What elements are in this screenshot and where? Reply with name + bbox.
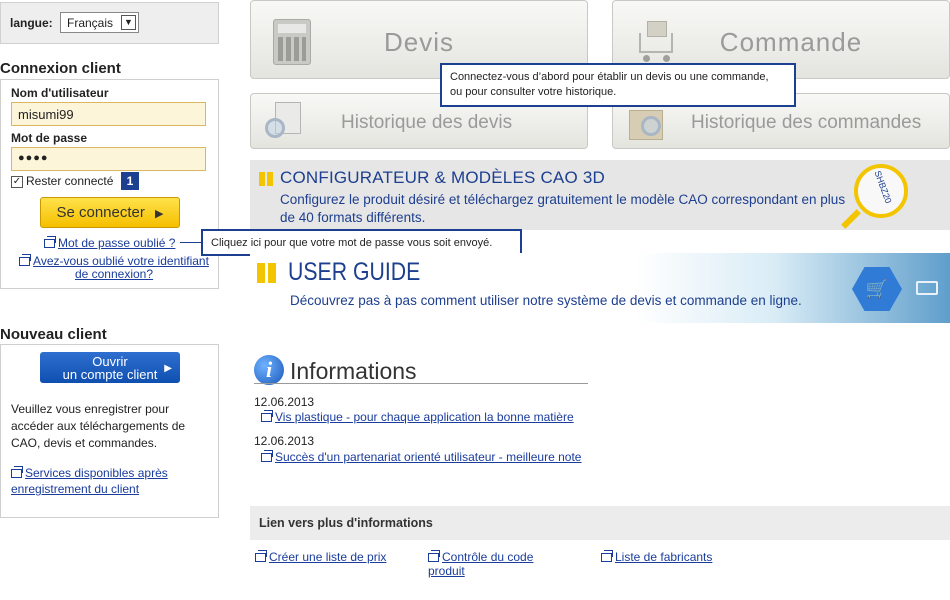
more-links-header: Lien vers plus d'informations: [250, 506, 950, 540]
cart-hexagon-icon: 🛒: [852, 267, 902, 311]
informations-divider: [254, 383, 588, 384]
info-icon: i: [254, 355, 284, 385]
forgot-id-line2: de connexion?: [74, 267, 154, 281]
news-date: 12.06.2013: [254, 434, 315, 448]
external-window-icon: [261, 450, 273, 462]
forgot-id-line1: Avez-vous oublié votre identifiant: [33, 254, 209, 268]
configurator-text: Configurez le produit désiré et téléchar…: [280, 191, 845, 227]
language-select[interactable]: Français ▼: [60, 12, 139, 33]
external-window-icon: [261, 410, 273, 422]
news-link[interactable]: Succès d'un partenariat orienté utilisat…: [261, 450, 581, 464]
open-account-line2: un compte client: [62, 367, 158, 382]
login-button[interactable]: Se connecter ▶: [40, 197, 180, 228]
magnifier-icon: SHBZ20: [854, 164, 908, 218]
news-link-text: Vis plastique - pour chaque application …: [275, 410, 574, 424]
more-links-title: Lien vers plus d'informations: [259, 516, 433, 530]
services-link-line2: enregistrement du client: [11, 482, 140, 496]
configurator-title: CONFIGURATEUR & MODÈLES CAO 3D: [280, 168, 605, 187]
play-arrow-icon: ▶: [164, 363, 172, 374]
tile-historique-commandes-label: Historique des commandes: [691, 112, 922, 133]
user-guide-title: USER GUIDE: [288, 258, 421, 286]
username-field[interactable]: misumi99: [11, 102, 206, 126]
document-magnifier-icon: [265, 102, 307, 144]
tile-devis-label: Devis: [383, 27, 454, 57]
login-button-label: Se connecter: [56, 204, 145, 221]
language-label: langue:: [10, 16, 53, 30]
chevron-down-icon: ▼: [121, 15, 136, 30]
laptop-icon: [916, 281, 938, 295]
password-tooltip: Cliquez ici pour que votre mot de passe …: [201, 229, 522, 256]
tile-historique-devis-label: Historique des devis: [341, 112, 513, 133]
configurator-banner[interactable]: CONFIGURATEUR & MODÈLES CAO 3D Configure…: [250, 160, 950, 230]
more-link-text: Liste de fabricants: [615, 550, 713, 564]
news-link-text: Succès d'un partenariat orienté utilisat…: [275, 450, 582, 464]
tile-commande-label: Commande: [719, 27, 863, 57]
external-window-icon: [255, 550, 267, 562]
box-magnifier-icon: [629, 102, 671, 144]
play-arrow-icon: ▶: [155, 208, 164, 220]
services-link[interactable]: Services disponibles après enregistremen…: [11, 465, 168, 497]
password-label: Mot de passe: [11, 131, 88, 145]
external-window-icon: [19, 254, 32, 266]
external-window-icon: [601, 550, 613, 562]
more-link-text: Contrôle du code produit: [428, 550, 534, 578]
news-link[interactable]: Vis plastique - pour chaque application …: [261, 410, 574, 424]
remember-checkbox[interactable]: ✓: [11, 176, 23, 188]
marker-icon: [268, 263, 276, 283]
more-link-manufacturers[interactable]: Liste de fabricants: [601, 550, 712, 564]
user-guide-banner[interactable]: USER GUIDE Découvrez pas à pas comment u…: [250, 253, 950, 323]
new-client-description: Veuillez vous enregistrer pour accéder a…: [11, 402, 186, 450]
external-window-icon: [44, 236, 56, 248]
external-window-icon: [428, 550, 440, 562]
tooltip-connector: [180, 242, 201, 243]
new-client-title: Nouveau client: [0, 326, 107, 343]
user-guide-text: Découvrez pas à pas comment utiliser not…: [290, 293, 802, 308]
news-date: 12.06.2013: [254, 395, 315, 409]
tiles-tooltip: Connectez-vous d’abord pour établir un d…: [440, 63, 796, 107]
marker-icon: [257, 263, 265, 283]
marker-icon: [267, 172, 273, 186]
login-title: Connexion client: [0, 60, 121, 77]
username-label: Nom d'utilisateur: [11, 86, 109, 100]
password-field[interactable]: ●●●●: [11, 147, 206, 171]
services-link-line1: Services disponibles après: [25, 466, 168, 480]
informations-title: Informations: [290, 358, 417, 384]
tiles-tooltip-line1: Connectez-vous d’abord pour établir un d…: [450, 71, 769, 83]
configurator-text-line2: de 40 formats différents.: [280, 210, 426, 225]
marker-icon: [259, 172, 265, 186]
forgot-password-text: Mot de passe oublié ?: [58, 236, 176, 250]
external-window-icon: [11, 466, 23, 478]
open-account-button[interactable]: Ouvrir un compte client ▶: [40, 352, 180, 383]
language-selected-value: Français: [67, 16, 114, 30]
tiles-tooltip-line2: ou pour consulter votre historique.: [450, 86, 617, 98]
forgot-id-link[interactable]: Avez-vous oublié votre identifiant de co…: [14, 254, 214, 281]
forgot-password-link[interactable]: Mot de passe oublié ?: [44, 236, 175, 250]
more-link-code-check[interactable]: Contrôle du code produit: [428, 550, 548, 578]
remember-badge: 1: [121, 172, 139, 190]
configurator-text-line1: Configurez le produit désiré et téléchar…: [280, 192, 846, 207]
more-link-price-list[interactable]: Créer une liste de prix: [255, 550, 386, 564]
remember-label: Rester connecté: [26, 174, 114, 188]
more-link-text: Créer une liste de prix: [269, 550, 387, 564]
magnifier-text: SHBZ20: [872, 169, 894, 205]
